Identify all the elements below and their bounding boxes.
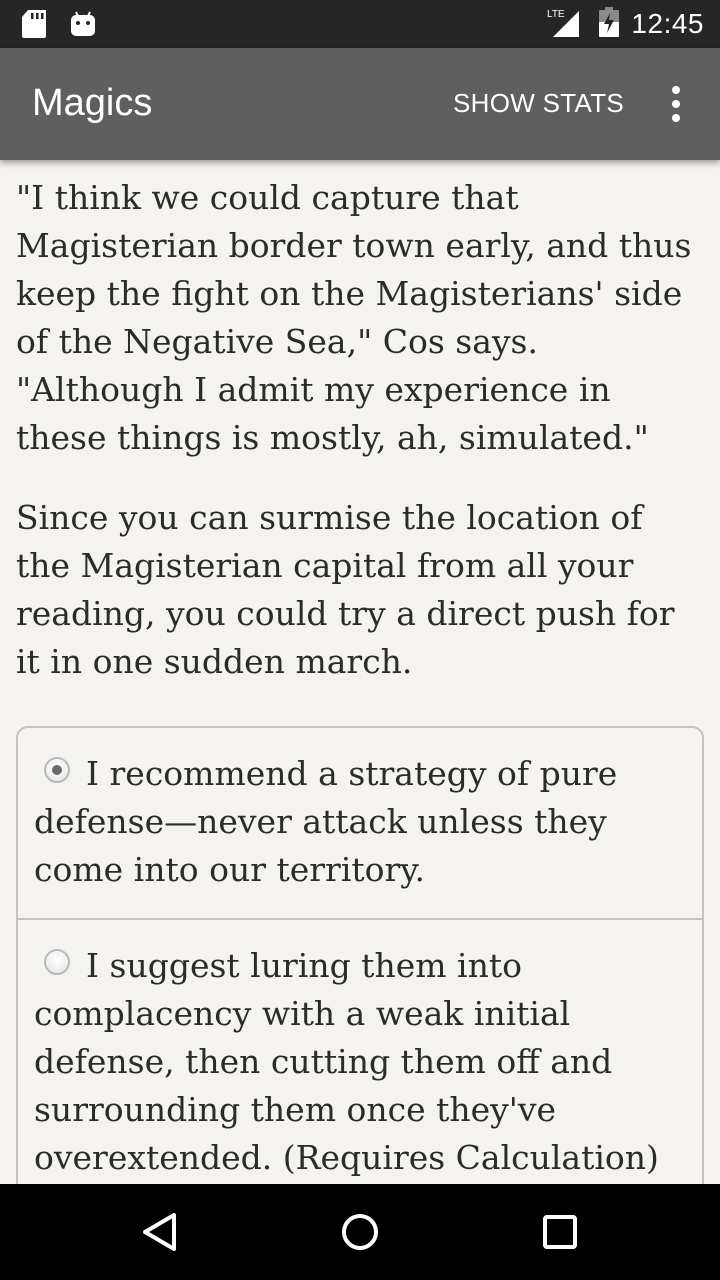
sd-card-icon <box>22 10 48 43</box>
choice-option-defense[interactable]: I recommend a strategy of pure defense—n… <box>18 728 702 918</box>
choice-label: I recommend a strategy of pure defense—n… <box>34 754 618 889</box>
status-time: 12:45 <box>631 8 704 39</box>
more-vert-icon[interactable] <box>660 84 692 124</box>
story-content[interactable]: "I think we could capture that Magisteri… <box>0 160 720 1184</box>
app-title: Magics <box>32 82 153 124</box>
android-icon <box>70 11 96 42</box>
story-paragraph: Since you can surmise the location of th… <box>16 498 675 681</box>
svg-text:LTE: LTE <box>547 9 565 20</box>
recents-icon[interactable] <box>538 1210 582 1254</box>
signal-icon: LTE <box>547 7 587 42</box>
home-icon[interactable] <box>338 1210 382 1254</box>
app-bar: Magics SHOW STATS <box>0 48 720 160</box>
status-bar: LTE 12:45 <box>0 0 720 48</box>
choice-option-lure[interactable]: I suggest luring them into complacency w… <box>18 918 702 1184</box>
radio-unchecked-icon[interactable] <box>44 949 70 975</box>
back-icon[interactable] <box>138 1210 182 1254</box>
story-paragraph: "I think we could capture that Magisteri… <box>16 178 692 457</box>
show-stats-button[interactable]: SHOW STATS <box>453 88 624 119</box>
choice-label: I suggest luring them into complacency w… <box>34 946 659 1177</box>
navigation-bar <box>0 1184 720 1280</box>
battery-charging-icon <box>599 6 620 42</box>
choice-list: I recommend a strategy of pure defense—n… <box>16 726 704 1184</box>
radio-checked-icon[interactable] <box>44 757 70 783</box>
